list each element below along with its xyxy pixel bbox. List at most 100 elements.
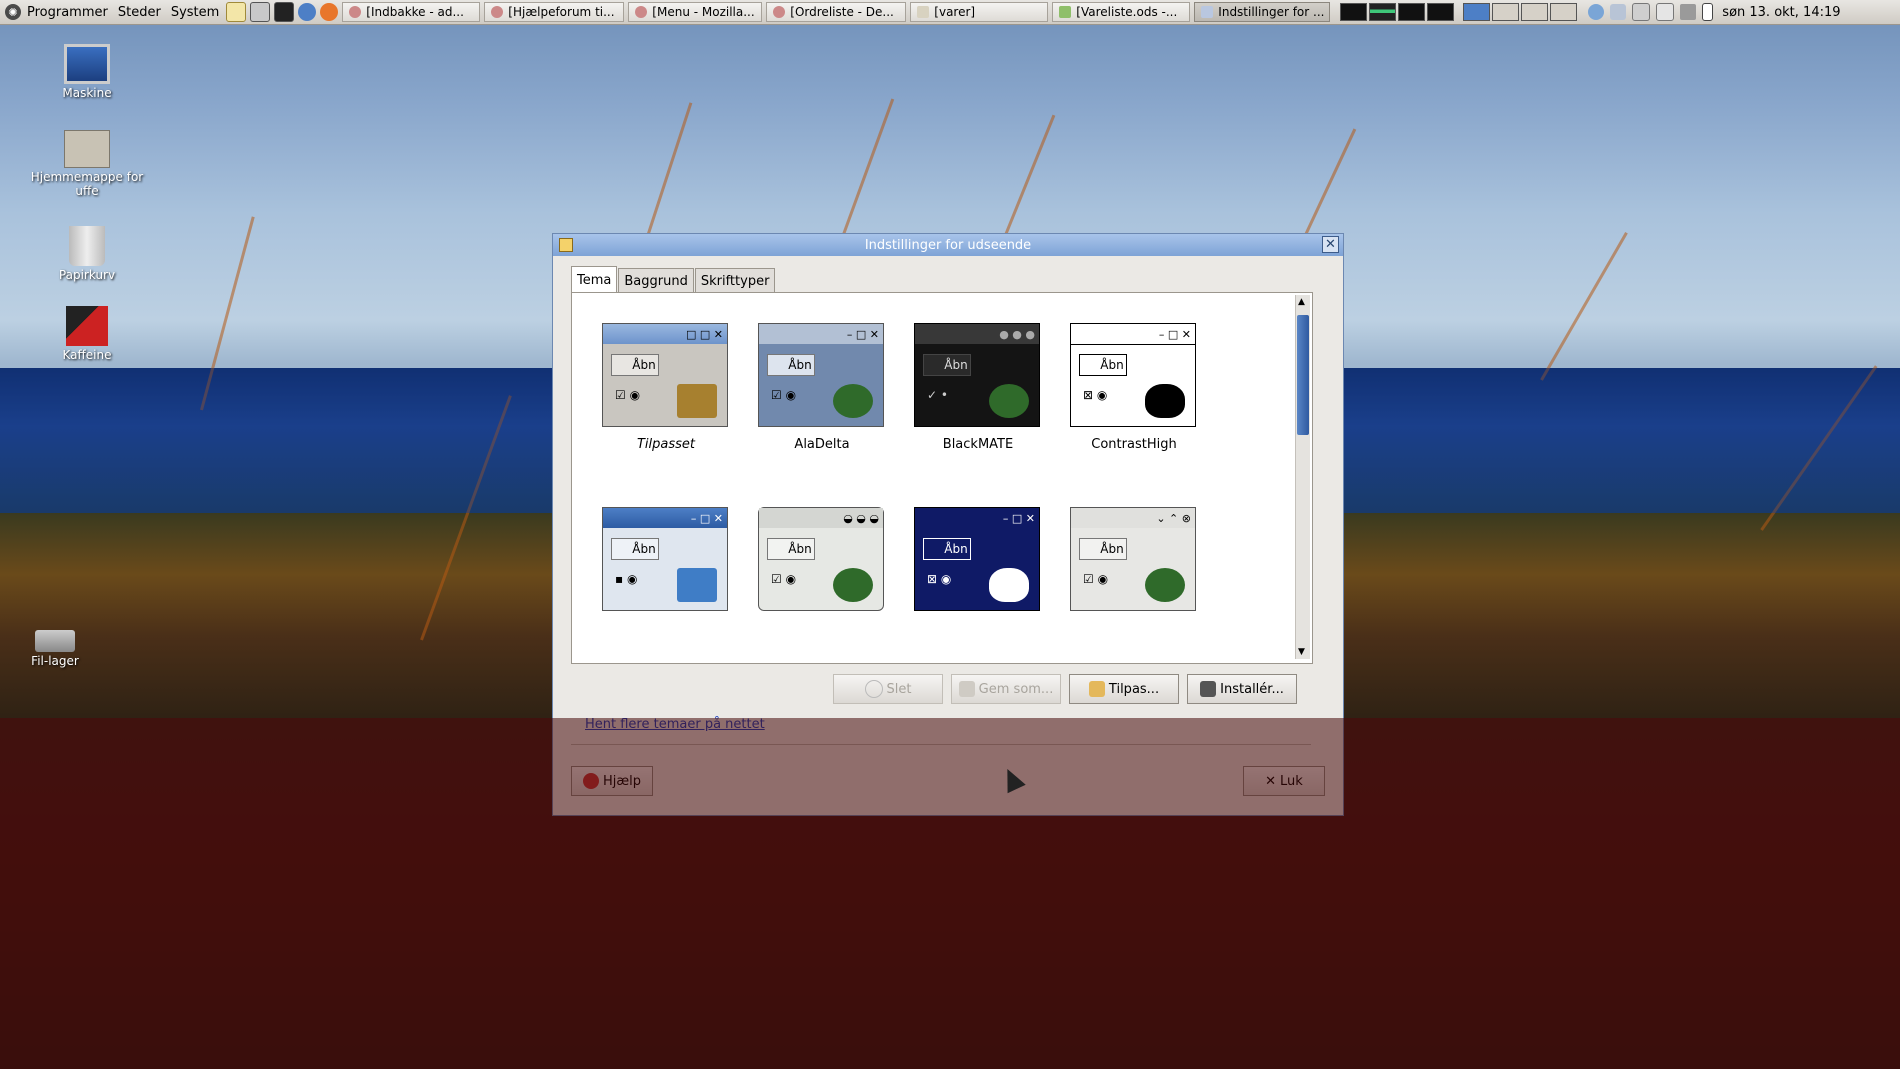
- taskbar-item-vareliste[interactable]: [Vareliste.ods -...: [1052, 2, 1191, 22]
- scrollbar-thumb[interactable]: [1297, 315, 1309, 435]
- desktop-icon-kaffeine[interactable]: Kaffeine: [27, 306, 147, 362]
- preview-open-button: Åbn: [1079, 538, 1127, 560]
- desktop-icon-maskine[interactable]: Maskine: [27, 44, 147, 100]
- preview-checkbox: ☑ ◉: [771, 388, 797, 402]
- theme-preview: □ □ ✕ Åbn ☑ ◉: [602, 323, 728, 427]
- taskbar-item-forum[interactable]: [Hjælpeforum ti...: [484, 2, 625, 22]
- workspace-8[interactable]: [1550, 3, 1578, 21]
- workspace-5[interactable]: [1463, 3, 1491, 21]
- desktop-icon-label: Papirkurv: [58, 268, 116, 282]
- update-icon[interactable]: [1610, 4, 1627, 20]
- workspace-4[interactable]: [1427, 3, 1455, 21]
- more-themes-link[interactable]: Hent flere temaer på nettet: [585, 717, 765, 732]
- preview-checkbox: ☑ ◉: [771, 572, 797, 586]
- taskbar-item-mail[interactable]: [Indbakke - ad...: [342, 2, 481, 22]
- taskbar-item-label: [Vareliste.ods -...: [1076, 5, 1178, 19]
- workspace-7[interactable]: [1521, 3, 1549, 21]
- workspace-1[interactable]: [1340, 3, 1368, 21]
- menu-steder[interactable]: Steder: [113, 1, 166, 23]
- dialog-titlebar[interactable]: Indstillinger for udseende ✕: [553, 234, 1343, 256]
- text-editor-launcher-icon[interactable]: [226, 2, 247, 22]
- save-as-button[interactable]: Gem som...: [951, 674, 1061, 704]
- top-panel: ✺ Programmer Steder System [Indbakke - a…: [0, 0, 1900, 25]
- scanner-launcher-icon[interactable]: [250, 2, 271, 22]
- theme-aladelta[interactable]: – □ ✕ Åbn ☑ ◉ AlaDelta: [758, 323, 886, 452]
- desktop-icon-label: Fil-lager: [31, 654, 79, 668]
- customize-icon: [1088, 681, 1105, 697]
- separator: [571, 744, 1311, 745]
- theme-actions: Slet Gem som... Tilpas... Installér...: [825, 674, 1297, 704]
- delete-button[interactable]: Slet: [833, 674, 943, 704]
- theme-unnamed-2[interactable]: ◒ ◒ ◒ Åbn ☑ ◉: [758, 507, 886, 611]
- battery-icon[interactable]: [1702, 3, 1714, 21]
- workspace-6[interactable]: [1492, 3, 1520, 21]
- network-icon[interactable]: [1588, 4, 1605, 20]
- install-button[interactable]: Installér...: [1187, 674, 1297, 704]
- workspace-3[interactable]: [1398, 3, 1426, 21]
- tab-tema[interactable]: Tema: [571, 266, 618, 293]
- screenshot-icon[interactable]: [1632, 3, 1651, 21]
- theme-blackmate[interactable]: ● ● ● Åbn ✓ • BlackMATE: [914, 323, 1042, 452]
- thunderbird-launcher-icon[interactable]: [298, 3, 317, 21]
- theme-unnamed-3[interactable]: – □ ✕ Åbn ⊠ ◉: [914, 507, 1042, 611]
- menu-programmer-label: Programmer: [27, 4, 108, 20]
- preview-titlebar: – □ ✕: [915, 508, 1039, 528]
- preview-open-button: Åbn: [767, 538, 815, 560]
- preview-titlebar: – □ ✕: [1071, 324, 1195, 345]
- taskbar-item-label: [varer]: [934, 5, 976, 19]
- theme-preview: ● ● ● Åbn ✓ •: [914, 323, 1040, 427]
- taskbar-item-label: [Hjælpeforum ti...: [508, 5, 615, 19]
- taskbar-item-label: Indstillinger for ...: [1218, 5, 1325, 19]
- theme-tilpasset[interactable]: □ □ ✕ Åbn ☑ ◉ Tilpasset: [602, 323, 730, 452]
- theme-label: ContrastHigh: [1091, 437, 1177, 452]
- appearance-dialog: Indstillinger for udseende ✕ Tema Baggru…: [552, 233, 1344, 816]
- preview-titlebar: ● ● ●: [915, 324, 1039, 344]
- menu-system[interactable]: System: [166, 1, 224, 23]
- preview-titlebar: □ □ ✕: [603, 324, 727, 344]
- tab-skrifttyper[interactable]: Skrifttyper: [694, 268, 776, 293]
- computer-icon: [64, 44, 110, 84]
- delete-button-label: Slet: [886, 681, 912, 697]
- taskbar-item-appearance[interactable]: Indstillinger for ...: [1194, 2, 1331, 22]
- menu-steder-label: Steder: [117, 4, 161, 20]
- firefox-launcher-icon[interactable]: [320, 3, 339, 21]
- close-button[interactable]: ✕ Luk: [1243, 766, 1325, 796]
- tab-baggrund[interactable]: Baggrund: [618, 268, 694, 293]
- taskbar-item-mozilla[interactable]: [Menu - Mozilla...: [628, 2, 763, 22]
- trash-icon: [69, 226, 105, 266]
- taskbar-item-label: [Menu - Mozilla...: [652, 5, 755, 19]
- clock[interactable]: søn 13. okt, 14:19: [1722, 5, 1840, 20]
- preview-open-button: Åbn: [767, 354, 815, 376]
- help-icon: [582, 773, 599, 789]
- close-icon[interactable]: ✕: [1322, 236, 1339, 253]
- theme-label: BlackMATE: [942, 437, 1014, 452]
- theme-preview: – □ ✕ Åbn ☑ ◉: [758, 323, 884, 427]
- menu-programmer[interactable]: ✺ Programmer: [0, 1, 113, 23]
- desktop-icon-home[interactable]: Hjemmemappe for uffe: [27, 130, 147, 198]
- theme-unnamed-4[interactable]: ⌄ ⌃ ⊗ Åbn ☑ ◉: [1070, 507, 1198, 611]
- terminal-launcher-icon[interactable]: [274, 2, 295, 22]
- scroll-down-icon[interactable]: ▼: [1298, 647, 1305, 657]
- volume-icon[interactable]: [1680, 4, 1697, 20]
- theme-unnamed-1[interactable]: – □ ✕ Åbn ▪ ◉: [602, 507, 730, 611]
- delete-icon: [864, 680, 883, 698]
- customize-button[interactable]: Tilpas...: [1069, 674, 1179, 704]
- help-button[interactable]: Hjælp: [571, 766, 653, 796]
- desktop-icon-papirkurv[interactable]: Papirkurv: [27, 226, 147, 282]
- taskbar-item-varer[interactable]: [varer]: [910, 2, 1049, 22]
- theme-preview: ◒ ◒ ◒ Åbn ☑ ◉: [758, 507, 884, 611]
- workspace-2[interactable]: [1369, 3, 1397, 21]
- clipboard-icon[interactable]: [1656, 3, 1675, 21]
- preview-titlebar: ◒ ◒ ◒: [759, 508, 883, 528]
- appearance-app-icon: [559, 238, 573, 252]
- kaffeine-icon: [66, 306, 108, 346]
- preview-open-button: Åbn: [923, 538, 971, 560]
- taskbar-item-ordreliste[interactable]: [Ordreliste - De...: [766, 2, 907, 22]
- gnome-foot-icon: [1145, 384, 1185, 418]
- browser-icon: [773, 6, 786, 18]
- theme-list-scrollbar[interactable]: ▲ ▼: [1295, 295, 1310, 659]
- preview-checkbox: ☑ ◉: [615, 388, 641, 402]
- theme-contrasthigh[interactable]: – □ ✕ Åbn ⊠ ◉ ContrastHigh: [1070, 323, 1198, 452]
- desktop-icon-fil-lager[interactable]: Fil-lager: [0, 630, 115, 668]
- scroll-up-icon[interactable]: ▲: [1298, 297, 1305, 307]
